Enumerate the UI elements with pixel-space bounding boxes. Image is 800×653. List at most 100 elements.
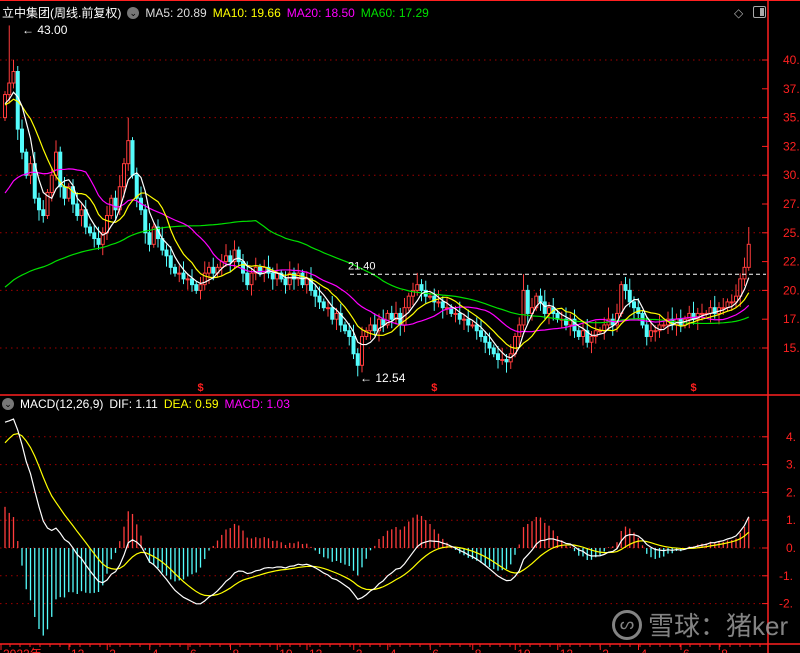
- macd-tick-label: 3.: [786, 458, 796, 472]
- candle-body: [517, 324, 522, 337]
- price-tick-label: 15.: [783, 341, 800, 355]
- candle: [279, 269, 284, 283]
- candle: [389, 305, 394, 329]
- diamond-icon[interactable]: ◇: [734, 6, 743, 20]
- candle: [623, 277, 628, 300]
- price-tick-label: 20.: [783, 283, 800, 297]
- candle-body: [602, 324, 607, 332]
- ma5-label: MA5: 20.89: [145, 5, 207, 20]
- candle-body: [54, 151, 58, 176]
- price-tick-label: 30.: [783, 168, 800, 182]
- candle: [88, 223, 92, 237]
- candle-body: [28, 163, 33, 176]
- price-tick-label: 27.: [783, 197, 800, 211]
- candle-body: [649, 330, 653, 337]
- candle: [139, 186, 143, 216]
- candle-body: [687, 312, 692, 320]
- candle-body: [746, 243, 751, 268]
- candle-body: [415, 284, 420, 291]
- candle: [28, 156, 33, 185]
- candle: [483, 330, 488, 354]
- candle: [355, 348, 360, 377]
- macd-tick-label: 0.: [786, 541, 796, 555]
- candle: [602, 317, 607, 340]
- candle: [360, 326, 364, 373]
- candle-body: [700, 312, 704, 315]
- candle-body: [24, 151, 29, 176]
- candle-body: [457, 312, 462, 320]
- candle-body: [113, 197, 118, 211]
- candle: [236, 246, 241, 266]
- candle: [372, 313, 377, 337]
- candle: [419, 279, 424, 302]
- candle-body: [347, 330, 352, 337]
- candle: [500, 347, 505, 365]
- candle: [7, 25, 12, 104]
- candle-body: [576, 330, 581, 337]
- time-tick-label: 2022年: [3, 647, 42, 653]
- candle-body: [198, 284, 203, 291]
- candle-body: [487, 341, 492, 349]
- candle-body: [37, 197, 41, 211]
- candle: [746, 227, 751, 271]
- candle-body: [334, 312, 339, 320]
- candle: [66, 183, 71, 202]
- ma10-label: MA10: 19.66: [212, 5, 281, 20]
- candle-body: [470, 324, 475, 327]
- stock-title: 立中集团(周线.前复权): [2, 6, 122, 20]
- candle-body: [49, 174, 54, 193]
- candle: [666, 311, 670, 334]
- candle-body: [96, 238, 101, 245]
- candle: [394, 301, 398, 325]
- candle-body: [122, 163, 126, 188]
- candle-body: [321, 301, 326, 309]
- time-tick-label: 12: [560, 647, 574, 653]
- candle-body: [343, 324, 347, 332]
- time-tick-label: 4: [641, 647, 648, 653]
- candle-body: [372, 324, 377, 332]
- candle: [181, 261, 186, 285]
- candle-body: [632, 301, 636, 309]
- candle: [479, 318, 483, 342]
- candle-body: [661, 324, 666, 327]
- candle-body: [185, 278, 190, 281]
- candle: [704, 309, 709, 317]
- candle: [661, 321, 666, 329]
- time-tick-label: 8: [721, 647, 728, 653]
- candle: [381, 309, 386, 333]
- panel-toggle-icon[interactable]: [753, 6, 766, 18]
- candle: [551, 298, 556, 321]
- candle-body: [270, 272, 275, 280]
- candle: [105, 205, 109, 240]
- chevron-down-icon[interactable]: ⌄: [2, 398, 14, 410]
- candle: [581, 323, 585, 346]
- candle-body: [3, 94, 7, 119]
- candle: [568, 313, 573, 336]
- candle: [466, 309, 471, 333]
- candle-body: [304, 278, 309, 286]
- candle: [173, 263, 177, 277]
- candle: [338, 303, 343, 333]
- candle-body: [479, 330, 483, 337]
- candle: [198, 277, 203, 300]
- macd-tick-label: 2.: [786, 485, 796, 499]
- candle: [11, 59, 16, 89]
- dif-label: DIF: 1.11: [109, 397, 158, 411]
- low-label: ← 12.54: [360, 371, 406, 385]
- candle-body: [483, 335, 488, 343]
- candle: [275, 263, 279, 287]
- price-tick-label: 35.: [783, 111, 800, 125]
- candle-body: [130, 140, 135, 176]
- candle-body: [249, 272, 254, 286]
- candle: [219, 253, 224, 277]
- candle: [147, 223, 152, 252]
- candle: [266, 255, 271, 279]
- ma20-label: MA20: 18.50: [286, 5, 355, 20]
- dividend-marker: $: [431, 382, 437, 394]
- candle: [525, 284, 530, 325]
- candle: [3, 91, 7, 122]
- candle: [700, 303, 704, 321]
- candle-body: [241, 261, 245, 274]
- candle: [398, 307, 403, 336]
- chevron-down-icon[interactable]: ⌄: [127, 6, 140, 19]
